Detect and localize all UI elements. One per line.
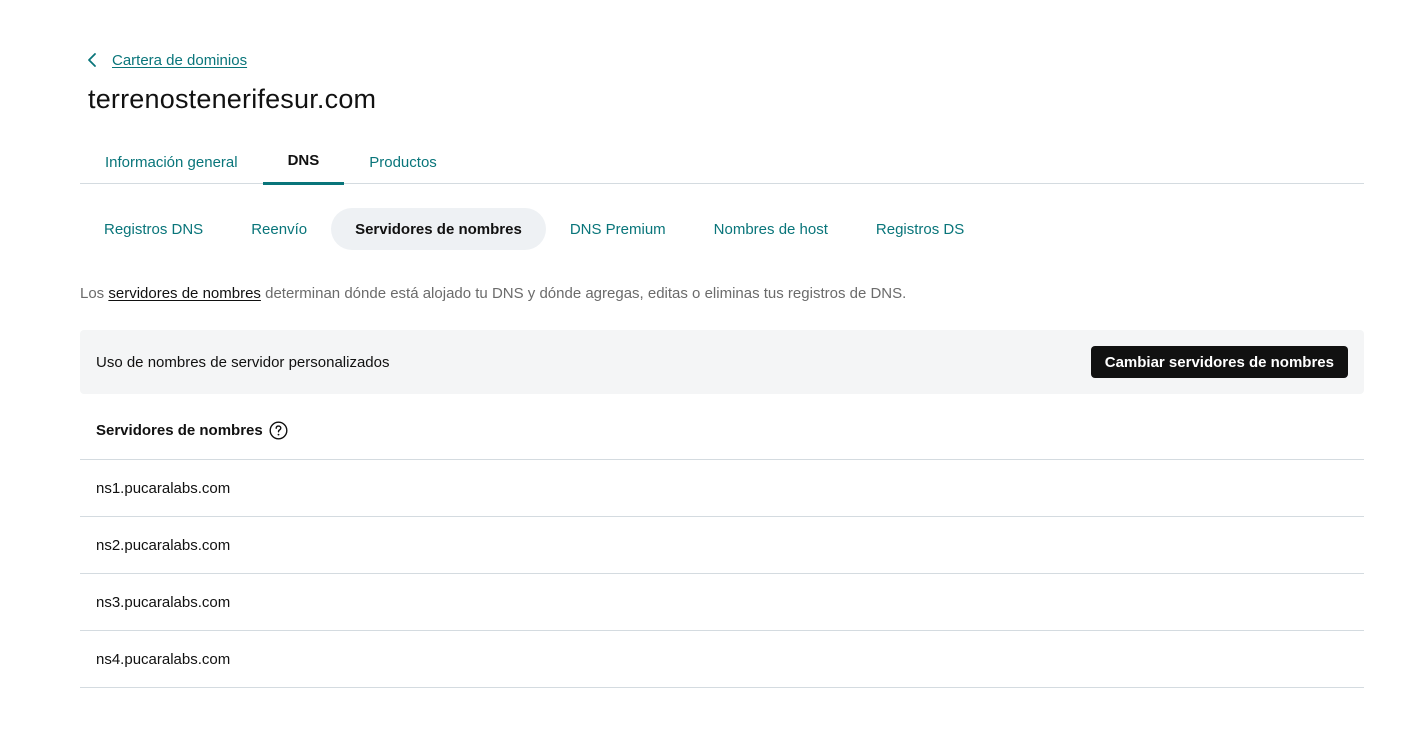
nameserver-row: ns3.pucaralabs.com xyxy=(80,574,1364,631)
breadcrumb: Cartera de dominios xyxy=(84,48,247,72)
tab-overview[interactable]: Información general xyxy=(80,140,263,184)
nameserver-status-label: Uso de nombres de servidor personalizado… xyxy=(96,353,390,371)
breadcrumb-link-domain-portfolio[interactable]: Cartera de dominios xyxy=(112,52,247,69)
subtab-premium-dns[interactable]: DNS Premium xyxy=(546,208,690,250)
intro-text: Los servidores de nombres determinan dón… xyxy=(80,285,906,302)
change-nameservers-button[interactable]: Cambiar servidores de nombres xyxy=(1090,346,1348,378)
tab-label: DNS xyxy=(287,151,320,169)
nameserver-list: ns1.pucaralabs.com ns2.pucaralabs.com ns… xyxy=(80,460,1364,688)
nameserver-row: ns1.pucaralabs.com xyxy=(80,460,1364,517)
subtab-dns-records[interactable]: Registros DNS xyxy=(80,208,227,250)
nameserver-row: ns4.pucaralabs.com xyxy=(80,631,1364,688)
subtab-ds-records[interactable]: Registros DS xyxy=(852,208,988,250)
subtab-hostnames[interactable]: Nombres de host xyxy=(690,208,852,250)
nameserver-status-panel: Uso de nombres de servidor personalizado… xyxy=(80,330,1364,394)
main-tabs: Información general DNS Productos xyxy=(80,140,1364,185)
nameservers-title: Servidores de nombres xyxy=(96,422,263,439)
tab-products[interactable]: Productos xyxy=(344,140,462,184)
chevron-left-icon[interactable] xyxy=(84,52,100,68)
nameservers-help-link[interactable]: servidores de nombres xyxy=(108,285,261,302)
intro-prefix: Los xyxy=(80,285,105,302)
page-title: terrenostenerifesur.com xyxy=(88,84,377,114)
tab-dns[interactable]: DNS xyxy=(262,140,345,185)
intro-suffix: determinan dónde está alojado tu DNS y d… xyxy=(265,285,907,302)
tab-label: Información general xyxy=(105,153,238,171)
nameservers-header: Servidores de nombres xyxy=(80,402,1364,460)
question-circle-icon[interactable] xyxy=(269,421,288,440)
nameserver-row: ns2.pucaralabs.com xyxy=(80,517,1364,574)
subtab-nameservers[interactable]: Servidores de nombres xyxy=(331,208,546,250)
dns-sub-tabs: Registros DNS Reenvío Servidores de nomb… xyxy=(80,208,988,250)
subtab-forwarding[interactable]: Reenvío xyxy=(227,208,331,250)
tab-label: Productos xyxy=(369,153,437,171)
